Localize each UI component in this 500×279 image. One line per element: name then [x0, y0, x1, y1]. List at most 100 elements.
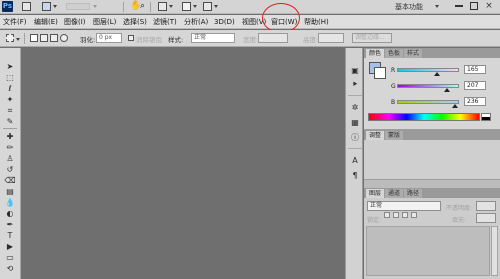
layers-list[interactable]	[366, 226, 490, 276]
lock-pixels-icon[interactable]	[393, 212, 399, 218]
black-white-ramp[interactable]	[481, 113, 491, 121]
background-color-swatch[interactable]	[374, 67, 386, 79]
character-panel-icon[interactable]: A	[350, 156, 360, 166]
tab-paths[interactable]: 路径	[404, 189, 423, 198]
antialias-label: 消除锯齿	[136, 36, 162, 44]
chevron-down-icon[interactable]	[214, 5, 218, 8]
antialias-checkbox[interactable]	[128, 35, 134, 41]
lasso-tool-icon[interactable]: ℓ	[4, 84, 16, 93]
crop-tool-icon[interactable]: ⌗	[4, 106, 16, 115]
channel-g-input[interactable]: 207	[464, 81, 486, 90]
channel-r-thumb[interactable]	[434, 72, 441, 76]
zoom-tool-icon[interactable]: ⌕	[140, 2, 145, 11]
style-label: 样式:	[168, 36, 184, 44]
clone-stamp-tool-icon[interactable]: ♙	[4, 154, 16, 163]
info-panel-icon[interactable]: ⓘ	[350, 133, 360, 143]
new-selection-icon[interactable]	[30, 34, 38, 42]
document-canvas[interactable]	[22, 48, 344, 279]
menu-layer[interactable]: 图层(L)	[93, 16, 116, 28]
menu-image[interactable]: 图像(I)	[64, 16, 86, 28]
close-icon[interactable]: ×	[484, 1, 494, 11]
menu-analysis[interactable]: 分析(A)	[184, 16, 208, 28]
chevron-down-icon[interactable]	[93, 5, 97, 8]
menu-bar: 文件(F) 编辑(E) 图像(I) 图层(L) 选择(S) 滤镜(T) 分析(A…	[0, 15, 500, 29]
3d-rotate-tool-icon[interactable]: ⟲	[4, 264, 16, 273]
chevron-down-icon[interactable]	[16, 38, 20, 41]
tab-layers[interactable]: 图层	[366, 189, 385, 198]
height-input[interactable]	[318, 33, 344, 43]
menu-help[interactable]: 帮助(H)	[304, 16, 329, 28]
marquee-tool-icon[interactable]: ⬚	[4, 73, 16, 82]
tab-styles[interactable]: 样式	[404, 49, 423, 58]
menu-edit[interactable]: 编辑(E)	[34, 16, 58, 28]
chevron-down-icon[interactable]	[169, 5, 173, 8]
subtract-selection-icon[interactable]	[50, 34, 58, 42]
type-tool-icon[interactable]: T	[4, 231, 16, 240]
histogram-panel-icon[interactable]: ▦	[350, 118, 360, 128]
bridge-icon[interactable]	[22, 2, 31, 11]
channel-b-slider[interactable]	[397, 100, 459, 104]
layers-scrollbar[interactable]	[491, 226, 498, 276]
path-select-tool-icon[interactable]: ▶	[4, 242, 16, 251]
feather-label: 羽化:	[80, 36, 96, 44]
blend-mode-select[interactable]: 正常	[367, 201, 441, 211]
fill-input[interactable]	[476, 213, 496, 223]
dodge-tool-icon[interactable]: ◐	[4, 209, 16, 218]
channel-b-input[interactable]: 236	[464, 97, 486, 106]
view-extras-icon[interactable]	[158, 2, 167, 11]
marquee-preset-icon[interactable]	[6, 34, 14, 42]
lock-transparency-icon[interactable]	[384, 212, 390, 218]
history-brush-tool-icon[interactable]: ↺	[4, 165, 16, 174]
feather-input[interactable]: 0 px	[96, 33, 122, 43]
tab-color[interactable]: 颜色	[366, 49, 385, 58]
lock-position-icon[interactable]	[402, 212, 408, 218]
menu-file[interactable]: 文件(F)	[3, 16, 27, 28]
gradient-tool-icon[interactable]: ▤	[4, 187, 16, 196]
arrange-documents-icon[interactable]	[182, 2, 191, 11]
healing-brush-tool-icon[interactable]: ✚	[4, 132, 16, 141]
tab-channels[interactable]: 通道	[385, 189, 404, 198]
color-spectrum-bar[interactable]	[368, 113, 480, 121]
brush-tool-icon[interactable]: ✏	[4, 143, 16, 152]
move-tool-icon[interactable]: ➤	[4, 62, 16, 71]
chevron-down-icon[interactable]	[53, 5, 57, 8]
tab-swatches[interactable]: 色板	[385, 49, 404, 58]
width-label: 宽度:	[243, 36, 259, 44]
style-select[interactable]: 正常	[191, 33, 235, 43]
maximize-icon[interactable]	[470, 2, 478, 10]
shape-tool-icon[interactable]: ▭	[4, 253, 16, 262]
refine-edge-button[interactable]: 调整边缘...	[352, 33, 392, 43]
width-input[interactable]	[258, 33, 288, 43]
layers-panel-tabs: 图层 通道 路径	[364, 188, 500, 198]
navigator-panel-icon[interactable]: ✲	[350, 103, 360, 113]
tool-options-bar: 羽化: 0 px 消除锯齿 样式: 正常 宽度: 高度: 调整边缘...	[0, 30, 500, 47]
pen-tool-icon[interactable]: ✒	[4, 220, 16, 229]
lock-all-icon[interactable]	[411, 212, 417, 218]
paragraph-panel-icon[interactable]: ¶	[350, 171, 360, 181]
opacity-input[interactable]	[476, 201, 496, 211]
menu-filter[interactable]: 滤镜(T)	[153, 16, 177, 28]
eraser-tool-icon[interactable]: ⌫	[4, 176, 16, 185]
minimize-icon[interactable]	[455, 5, 463, 7]
mini-bridge-icon[interactable]	[42, 2, 51, 11]
intersect-selection-icon[interactable]	[60, 34, 68, 42]
channel-r-input[interactable]: 165	[464, 65, 486, 74]
blur-tool-icon[interactable]: 💧	[4, 198, 16, 207]
screen-mode-icon[interactable]	[203, 2, 212, 11]
channel-r-slider[interactable]	[397, 68, 459, 72]
menu-select[interactable]: 选择(S)	[123, 16, 147, 28]
channel-b-thumb[interactable]	[451, 104, 458, 108]
actions-panel-icon[interactable]: ⯈	[350, 80, 360, 90]
chevron-down-icon[interactable]	[193, 5, 197, 8]
eyedropper-tool-icon[interactable]: ✎	[4, 117, 16, 126]
workspace-switcher[interactable]: 基本功能	[395, 2, 423, 12]
quick-select-tool-icon[interactable]: ✦	[4, 95, 16, 104]
tab-masks[interactable]: 蒙版	[385, 131, 404, 140]
channel-g-thumb[interactable]	[444, 88, 451, 92]
tab-adjustments[interactable]: 调整	[366, 131, 385, 140]
zoom-level-field[interactable]	[66, 3, 90, 10]
history-panel-icon[interactable]: ▣	[350, 66, 360, 76]
add-selection-icon[interactable]	[40, 34, 48, 42]
menu-3d[interactable]: 3D(D)	[214, 16, 235, 28]
chevron-down-icon[interactable]	[435, 5, 439, 8]
